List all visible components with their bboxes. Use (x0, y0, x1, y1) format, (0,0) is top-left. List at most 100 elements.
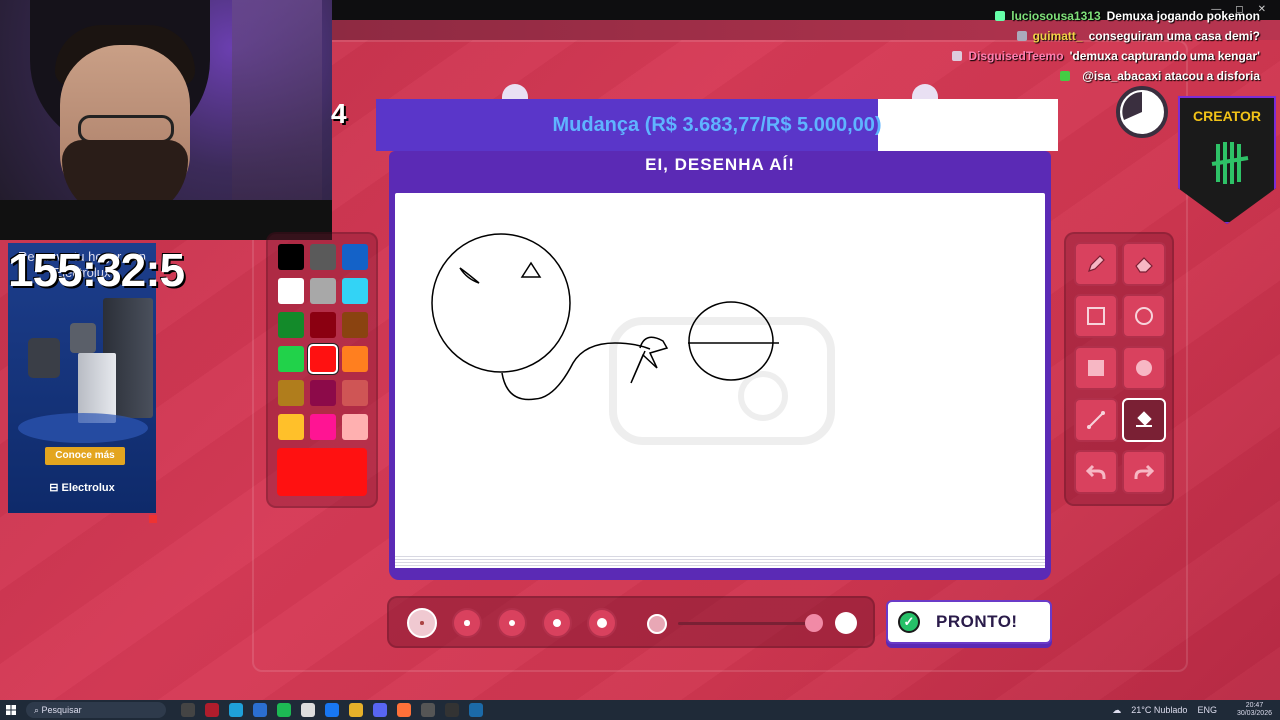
weather-icon[interactable]: ☁ (1112, 705, 1121, 716)
opacity-max-knob[interactable] (835, 612, 857, 634)
current-color-preview (277, 448, 367, 496)
undo-tool[interactable] (1074, 450, 1118, 494)
brush-size-button[interactable] (497, 608, 527, 638)
taskbar-date: 30/03/2026 (1236, 710, 1272, 717)
color-swatch[interactable] (342, 244, 368, 270)
ad-choices-icon[interactable] (149, 515, 157, 523)
color-swatch[interactable] (278, 244, 304, 270)
task-view-icon[interactable] (181, 703, 195, 717)
color-swatch[interactable] (310, 380, 336, 406)
eraser-icon (1135, 257, 1153, 273)
color-swatch[interactable] (342, 278, 368, 304)
color-swatch[interactable] (278, 312, 304, 338)
rectangle-outline-tool[interactable] (1074, 294, 1118, 338)
chat-message: guimatt_ conseguiram uma casa demi? (880, 26, 1260, 46)
color-swatch[interactable] (342, 346, 368, 372)
store-icon[interactable] (253, 703, 267, 717)
line-icon (1087, 411, 1105, 429)
firefox-icon[interactable] (397, 703, 411, 717)
color-swatch[interactable] (342, 312, 368, 338)
weather-text: 21°C Nublado (1131, 705, 1188, 715)
color-swatch[interactable] (308, 344, 338, 374)
line-tool[interactable] (1074, 398, 1118, 442)
restore-icon[interactable]: ◻ (1235, 4, 1243, 15)
chat-overlay: luciosousa1313 Demuxa jogando pokemon guim… (880, 6, 1260, 86)
edge-icon[interactable] (229, 703, 243, 717)
spotify-icon[interactable] (277, 703, 291, 717)
check-icon: ✓ (898, 611, 920, 633)
bucket-tool[interactable] (1122, 398, 1166, 442)
chat-badge-icon (1016, 31, 1027, 41)
redo-icon (1134, 464, 1155, 479)
color-swatch[interactable] (310, 414, 336, 440)
chat-message-text: 'demuxa capturando uma kengar' (1069, 49, 1260, 63)
opacity-slider-track[interactable] (678, 622, 818, 625)
terminal-icon[interactable] (421, 703, 435, 717)
discord-icon[interactable] (373, 703, 387, 717)
close-icon[interactable]: ✕ (1258, 4, 1266, 15)
brush-size-button[interactable] (542, 608, 572, 638)
ad-pot-image (70, 323, 96, 353)
ad-cta-button[interactable]: Conoce más (45, 447, 125, 465)
color-swatch[interactable] (278, 346, 304, 372)
ad-brand: ⊟ Electrolux (49, 482, 115, 494)
system-tray: ☁ 21°C Nublado ENG 20:47 30/03/2026 (1102, 702, 1272, 718)
redo-tool[interactable] (1122, 450, 1166, 494)
mail-icon[interactable] (325, 703, 339, 717)
obs-icon[interactable] (445, 703, 459, 717)
bucket-icon (1136, 411, 1152, 427)
creator-badge-label: CREATOR (1193, 108, 1261, 124)
circle-outline-tool[interactable] (1122, 294, 1166, 338)
done-button[interactable]: ✓ PRONTO! (886, 600, 1052, 644)
ad-blender-image (28, 338, 60, 378)
color-swatch[interactable] (310, 244, 336, 270)
chat-message-text: @isa_abacaxi atacou a disforia (1082, 69, 1260, 83)
color-swatch[interactable] (342, 380, 368, 406)
color-swatch[interactable] (310, 278, 336, 304)
square-outline-icon (1087, 307, 1105, 325)
chat-message: luciosousa1313 Demuxa jogando pokemon (880, 6, 1260, 26)
brush-size-button[interactable] (452, 608, 482, 638)
brush-size-button[interactable] (407, 608, 437, 638)
opacity-min-knob[interactable] (647, 614, 667, 634)
color-swatch[interactable] (342, 414, 368, 440)
color-swatch[interactable] (278, 380, 304, 406)
steam-icon[interactable] (469, 703, 483, 717)
windows-start-icon[interactable] (0, 700, 22, 720)
circle-fill-icon (1136, 360, 1152, 376)
eraser-tool[interactable] (1122, 242, 1166, 286)
rectangle-fill-tool[interactable] (1074, 346, 1118, 390)
circle-fill-tool[interactable] (1122, 346, 1166, 390)
taskbar-clock[interactable]: 20:47 30/03/2026 (1227, 702, 1272, 718)
square-fill-icon (1088, 360, 1104, 376)
drawing-canvas[interactable] (395, 193, 1045, 568)
subathon-timer: 155:32:5 (8, 244, 185, 296)
brush-size-bar (387, 596, 875, 648)
brush-size-button[interactable] (587, 608, 617, 638)
claw-logo-icon (1211, 142, 1249, 184)
minimize-icon[interactable]: — (1211, 4, 1221, 15)
brush-dot-icon (597, 618, 607, 628)
opacity-slider-knob[interactable] (805, 614, 823, 632)
taskbar-apps (176, 703, 488, 717)
color-swatch[interactable] (310, 312, 336, 338)
brush-dot-icon (508, 619, 516, 627)
color-swatch[interactable] (278, 278, 304, 304)
chat-message-text: conseguiram uma casa demi? (1088, 29, 1260, 43)
pencil-tool[interactable] (1074, 242, 1118, 286)
webcam-glasses (78, 115, 174, 143)
clock-pie-icon (1122, 92, 1142, 120)
folder-icon[interactable] (349, 703, 363, 717)
goal-text: Mudança (R$ 3.683,77/R$ 5.000,00) (552, 114, 882, 136)
undo-icon (1085, 464, 1106, 479)
brush-dot-icon (420, 621, 424, 625)
color-swatch[interactable] (278, 414, 304, 440)
chat-message: DisguisedTeemo 'demuxa capturando uma ken… (880, 46, 1260, 66)
circle-outline-icon (1135, 307, 1153, 325)
ad-stage (18, 413, 148, 443)
app-icon[interactable] (301, 703, 315, 717)
taskbar-search[interactable]: ⌕ Pesquisar (26, 702, 166, 718)
chat-username: luciosousa1313 (1011, 9, 1101, 23)
language-indicator[interactable]: ENG (1197, 705, 1217, 715)
opera-icon[interactable] (205, 703, 219, 717)
